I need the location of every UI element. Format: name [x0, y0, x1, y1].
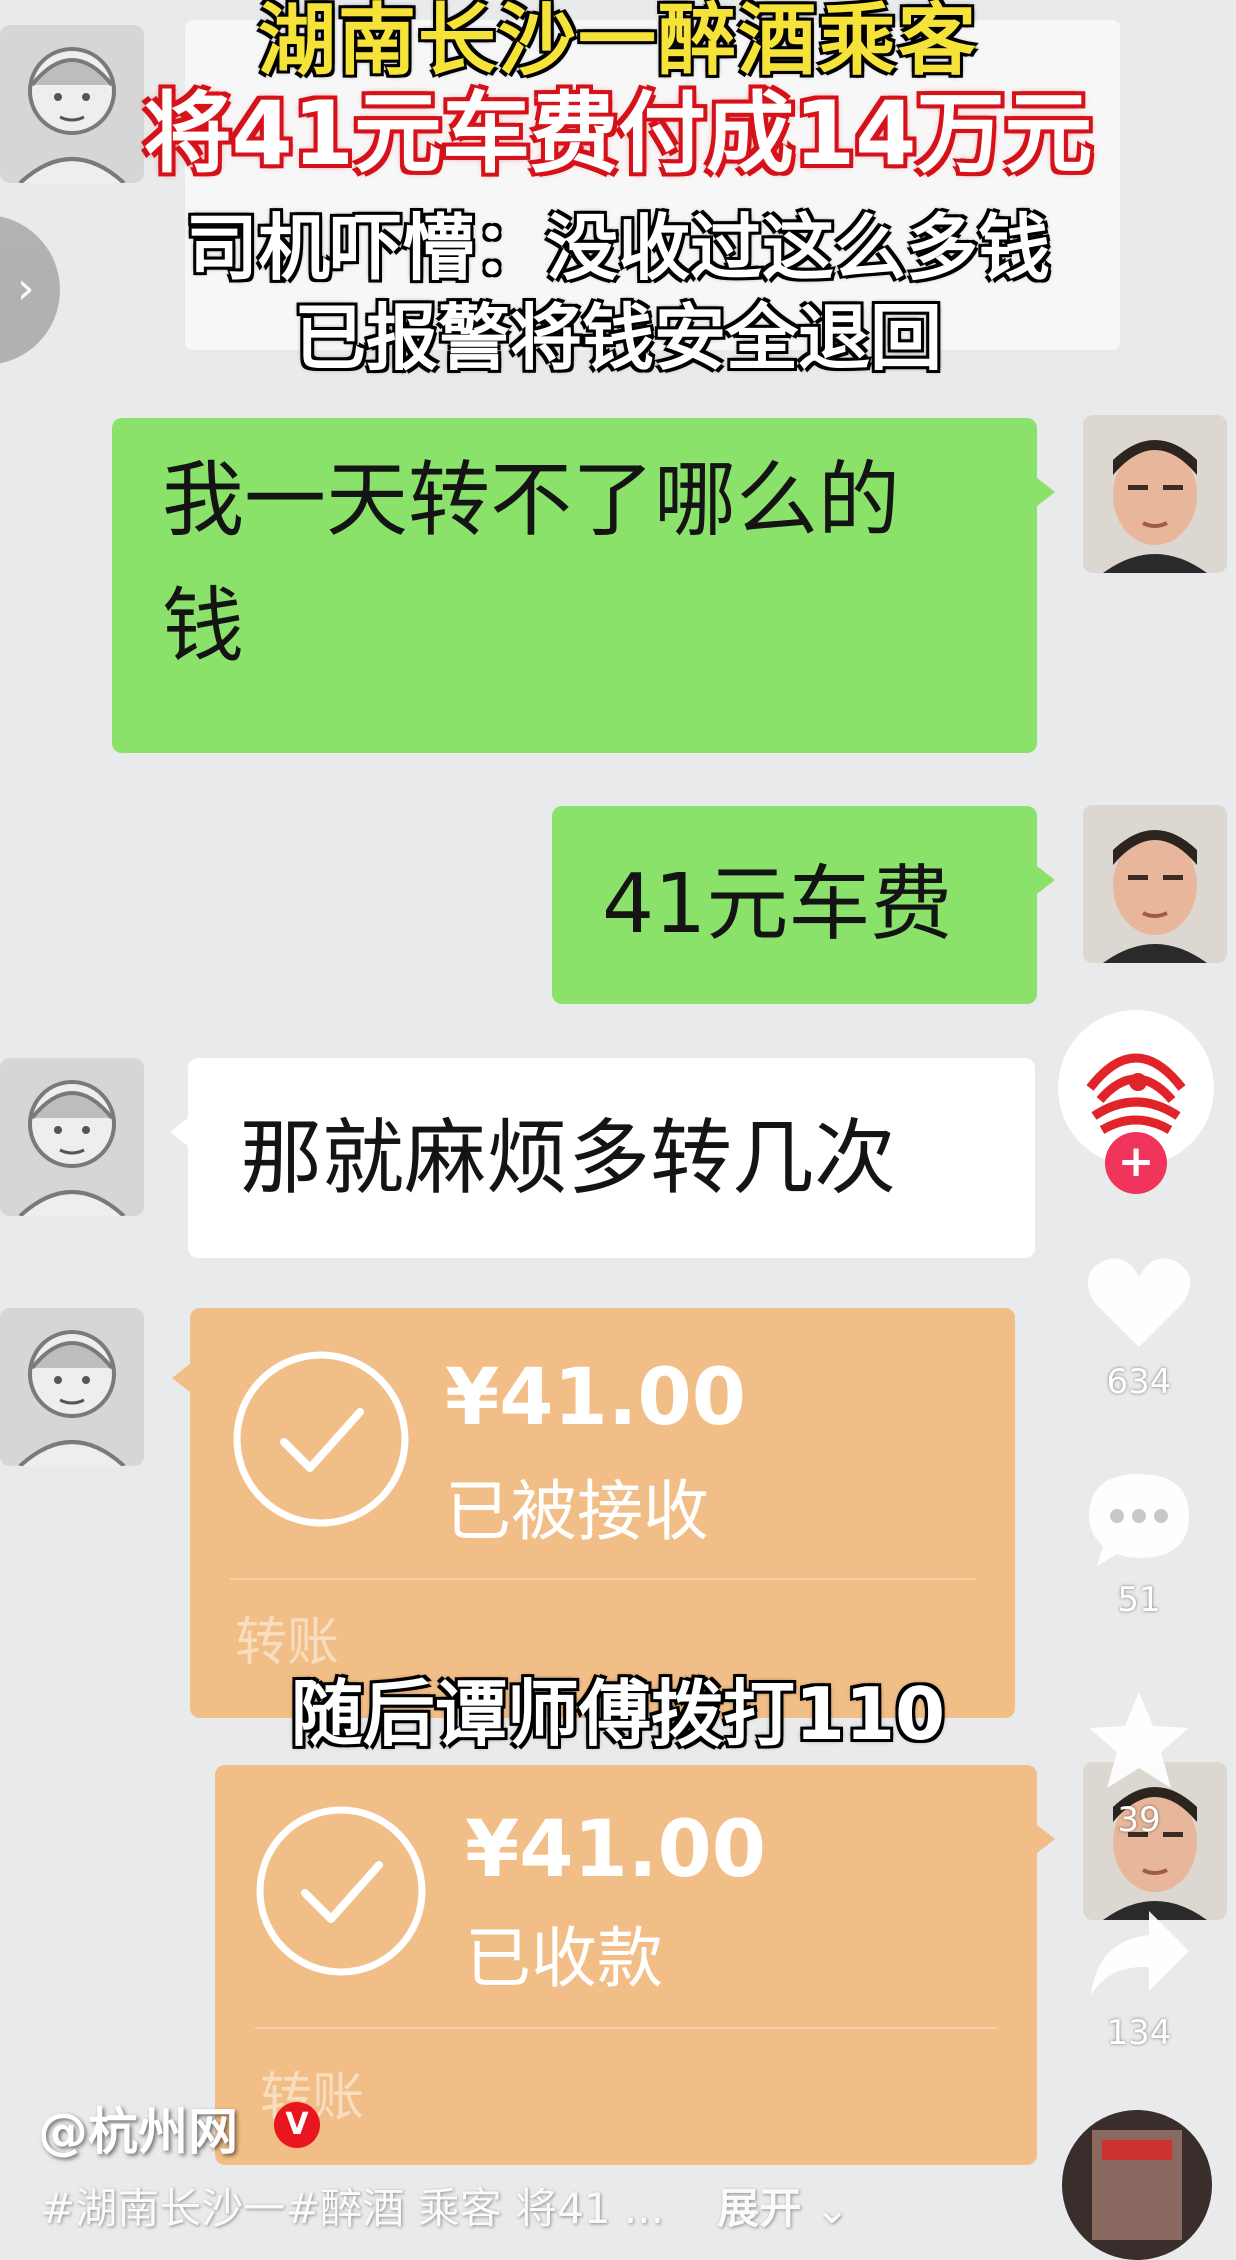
creator-logo-icon	[1086, 1053, 1186, 1134]
comment-bubble-icon[interactable]	[1085, 1470, 1193, 1570]
verified-badge-icon: V	[274, 2102, 320, 2148]
user-avatar-photo	[1083, 415, 1227, 573]
plus-icon: +	[1117, 1136, 1155, 1187]
chat-message-received[interactable]: 那就麻烦多转几次	[170, 1058, 1035, 1258]
chevron-down-icon: ⌄	[814, 2184, 850, 2233]
transfer-amount: ¥41.00	[465, 1805, 766, 1895]
like-heart-icon[interactable]	[1085, 1255, 1193, 1351]
music-disc-icon	[1062, 2110, 1212, 2260]
headline-line-1: 湖南长沙一醉酒乘客	[257, 0, 978, 86]
chat-message-sent[interactable]: 我一天转不了哪么的 钱	[112, 418, 1055, 753]
headline-line-4: 已报警将钱安全退回	[293, 296, 942, 380]
headline-line-3: 司机吓懵：没收过这么多钱	[185, 206, 1050, 290]
message-text: 41元车费	[602, 857, 953, 952]
headline-line-2: 将41元车费付成14万元	[143, 82, 1093, 185]
check-circle-icon	[233, 1351, 409, 1527]
message-text-line-2: 钱	[162, 579, 245, 674]
message-text: 那就麻烦多转几次	[240, 1111, 897, 1206]
user-avatar[interactable]	[1083, 415, 1227, 573]
message-text-line-1: 我一天转不了哪么的	[162, 453, 901, 548]
follow-button[interactable]: +	[1105, 1132, 1167, 1194]
driver-avatar-icon	[0, 1058, 144, 1216]
favorite-count: 39	[1117, 1800, 1161, 1840]
expand-link[interactable]: 展开	[717, 2184, 801, 2233]
driver-avatar-icon	[0, 1308, 144, 1466]
share-arrow-icon[interactable]	[1085, 1905, 1193, 2001]
video-caption: 随后谭师傅拨打110	[290, 1672, 946, 1756]
music-disc[interactable]	[1062, 2110, 1212, 2260]
transfer-divider	[230, 1578, 975, 1580]
transfer-status: 已被接收	[445, 1473, 709, 1550]
hashtag-text: #湖南长沙一#醉酒 乘客 将41 ...	[40, 2184, 664, 2233]
check-circle-icon	[256, 1806, 426, 1976]
like-count: 634	[1106, 1362, 1172, 1402]
transfer-status: 已收款	[465, 1920, 663, 1997]
chat-message-sent[interactable]: 41元车费	[552, 806, 1055, 1004]
share-count: 134	[1106, 2013, 1172, 2053]
account-name[interactable]: @杭州网	[38, 2092, 238, 2164]
transfer-card[interactable]: ¥41.00 已收款 转账	[215, 1765, 1055, 2165]
user-avatar[interactable]	[1083, 805, 1227, 963]
user-avatar-photo	[1083, 805, 1227, 963]
video-hashtags[interactable]: #湖南长沙一#醉酒 乘客 将41 ... 展开 ⌄	[40, 2175, 850, 2236]
comment-count: 51	[1117, 1580, 1161, 1620]
transfer-amount: ¥41.00	[445, 1353, 746, 1443]
driver-avatar[interactable]	[0, 1058, 144, 1216]
transfer-divider	[255, 2027, 997, 2029]
driver-avatar[interactable]	[0, 1308, 144, 1466]
